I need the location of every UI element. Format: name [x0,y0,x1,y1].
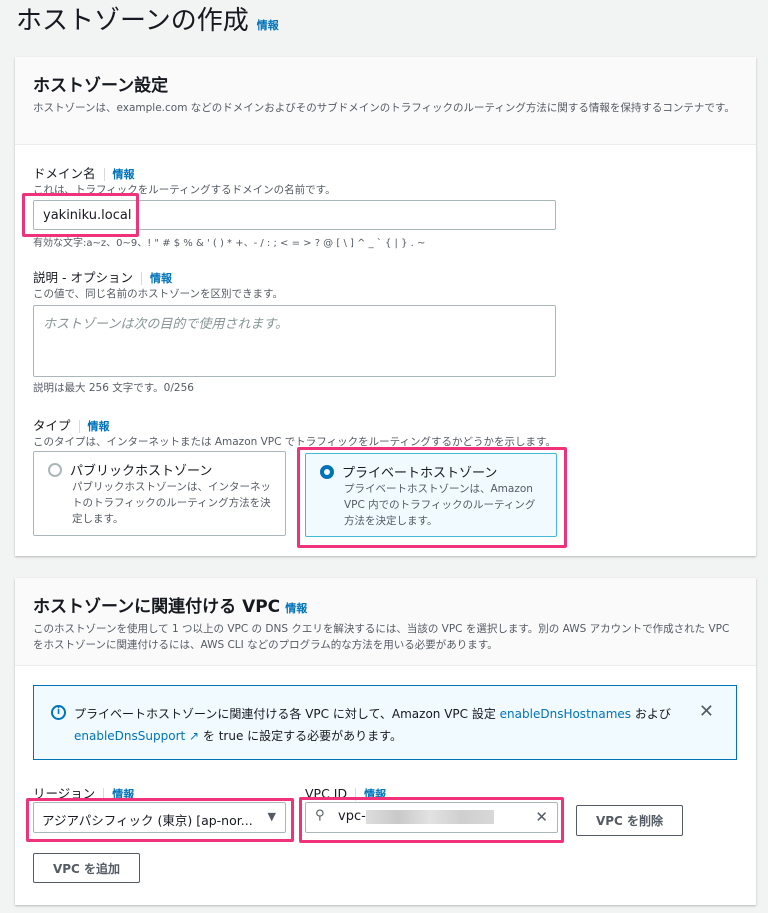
settings-description: ホストゾーンは、example.com などのドメインおよびそのサブドメインのト… [33,102,735,114]
comment-counter: 説明は最大 256 文字です。0/256 [33,382,194,394]
page-header: ホストゾーンの作成 情報 [16,0,279,37]
alert-text: を true に設定する必要があります。 [199,729,402,743]
comment-hint: この値で、同じ名前のホストゾーンを区別できます。 [33,288,284,300]
info-alert: i プライベートホストゾーンに関連付ける各 VPC に対して、Amazon VP… [33,685,737,760]
domain-info-link[interactable]: 情報 [103,168,135,181]
comment-textarea[interactable]: ホストゾーンは次の目的で使用されます。 [33,305,556,377]
vpc-info-link[interactable]: 情報 [285,602,307,615]
enable-dns-support-link[interactable]: enableDnsSupport [74,729,185,743]
vpc-description: このホストゾーンを使用して 1 つ以上の VPC の DNS クエリを解決するに… [33,623,730,651]
highlight-private-zone [297,447,567,548]
highlight-vpc-id [299,797,564,843]
highlight-domain [22,193,139,237]
vpc-association-panel: ホストゾーンに関連付ける VPC 情報 このホストゾーンを使用して 1 つ以上の… [15,578,756,905]
option-description: パブリックホストゾーンは、インターネットのトラフィックのルーティング方法を決定し… [72,481,271,525]
alert-text: および [631,707,671,721]
domain-label: ドメイン名 [33,166,96,181]
radio-public-hosted-zone[interactable]: パブリックホストゾーン パブリックホストゾーンは、インターネットのトラフィックの… [33,451,286,536]
add-vpc-button[interactable]: VPC を追加 [33,853,140,883]
remove-vpc-button[interactable]: VPC を削除 [576,805,683,836]
comment-info-link[interactable]: 情報 [140,272,172,285]
page-info-link[interactable]: 情報 [257,17,279,33]
page-title: ホストゾーンの作成 [16,6,249,36]
comment-label: 説明 - オプション [33,270,133,285]
vpc-title: ホストゾーンに関連付ける VPC [33,597,281,617]
highlight-region [26,798,294,842]
type-info-link[interactable]: 情報 [78,420,110,433]
radio-unselected-icon [48,462,62,477]
alert-text: プライベートホストゾーンに関連付ける各 VPC に対して、Amazon VPC … [74,707,500,721]
close-icon[interactable]: ✕ [699,701,714,723]
settings-title: ホストゾーン設定 [33,76,169,96]
info-icon: i [51,705,66,720]
type-label: タイプ [33,418,71,433]
option-label: パブリックホストゾーン [70,464,213,479]
external-link-icon[interactable]: ↗ [185,729,199,743]
enable-dns-hostnames-link[interactable]: enableDnsHostnames [500,707,631,721]
